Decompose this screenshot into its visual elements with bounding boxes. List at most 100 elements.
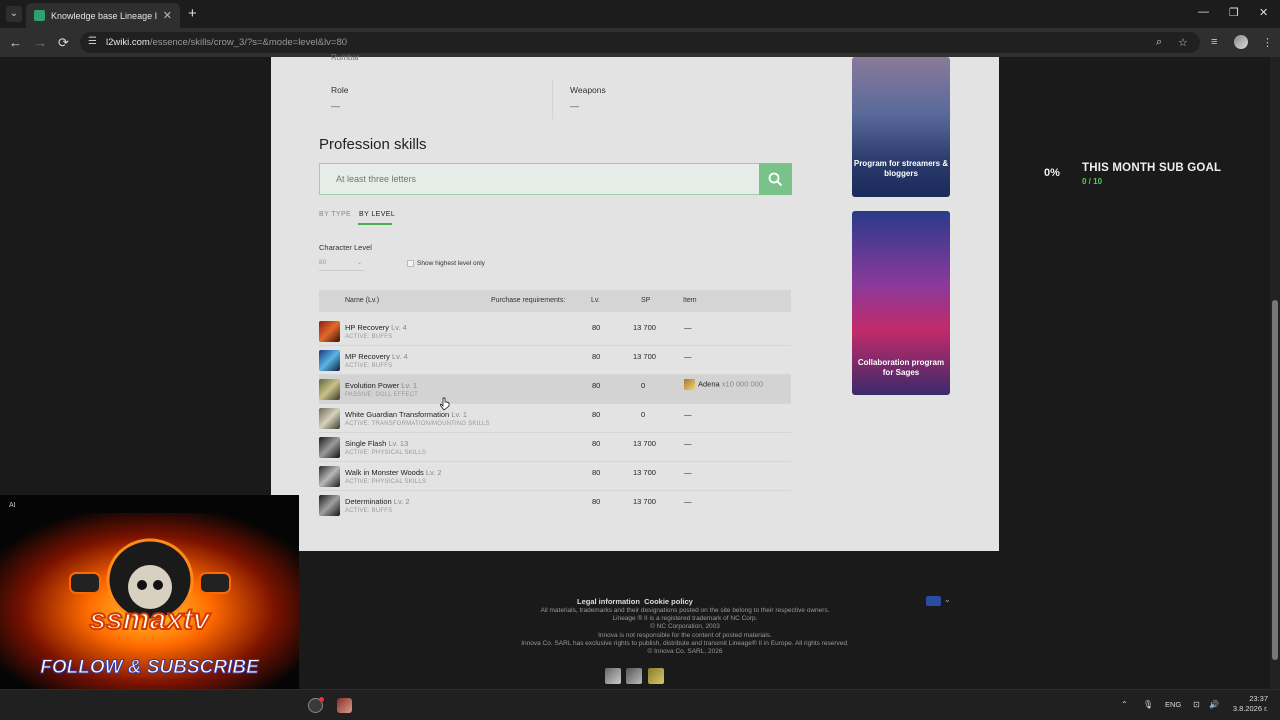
browser-menu-icon[interactable]: ⋮ [1262,36,1273,49]
character-level-select[interactable]: 80 ⌄ [319,259,364,271]
minimize-button[interactable]: — [1198,6,1209,18]
skill-row[interactable]: White Guardian Transformation Lv. 1 ACTI… [319,404,791,433]
mp-recovery-icon [319,350,340,371]
skill-row[interactable]: Evolution Power Lv. 1 PASSIVE: DOLL EFFE… [319,375,791,404]
tab-search-button[interactable]: ⌄ [6,6,22,22]
skill-type: ACTIVE: BUFFS [345,508,393,514]
skill-name-text: Determination [345,497,392,506]
skill-name[interactable]: MP Recovery Lv. 4 [345,352,408,361]
zoom-icon[interactable]: ⌕ [1156,36,1162,49]
skill-row[interactable]: Determination Lv. 2 ACTIVE: BUFFS 80 13 … [319,491,791,520]
skill-name[interactable]: HP Recovery Lv. 4 [345,323,407,332]
taskbar-clock[interactable]: 23:37 3.8.2026 г. [1228,694,1268,714]
single-flash-icon [319,437,340,458]
weapons-label: Weapons [570,85,606,95]
streamers-program-banner[interactable]: Program for streamers & bloggers [852,57,950,197]
show-highest-label: Show highest level only [417,260,485,267]
scrollbar-thumb[interactable] [1272,300,1278,660]
new-tab-button[interactable]: + [188,5,197,22]
app-icon-game[interactable] [337,698,352,713]
skill-row[interactable]: MP Recovery Lv. 4 ACTIVE: BUFFS 80 13 70… [319,346,791,375]
language-chevron-icon[interactable]: ⌄ [944,595,951,604]
language-indicator[interactable]: ENG [1165,700,1181,709]
skill-name[interactable]: Evolution Power Lv. 1 [345,381,417,390]
footer-line: © NC Corporation, 2003 [650,623,720,631]
skill-name[interactable]: White Guardian Transformation Lv. 1 [345,410,467,419]
hp-recovery-icon [319,321,340,342]
role-value: — [331,101,340,111]
skill-name-text: White Guardian Transformation [345,410,450,419]
address-toolbar: ← → ⟳ ☰ l2wiki.com/essence/skills/crow_3… [0,28,1280,57]
skill-search-field[interactable] [319,163,792,195]
skill-sp: 13 700 [633,323,656,332]
close-tab-icon[interactable]: ✕ [163,9,172,22]
skill-item: — [684,497,692,506]
volume-icon[interactable]: 🔊 [1209,700,1219,709]
column-level: Lv. [591,297,600,304]
skill-item: Adena x10 000 000 [684,379,763,390]
forward-button[interactable]: → [34,35,47,50]
close-window-button[interactable]: ✕ [1259,6,1268,19]
streamers-program-text: Program for streamers & bloggers [853,159,949,178]
skill-lv: Lv. 2 [393,497,410,506]
rating-badge-icon [605,668,621,684]
skill-name[interactable]: Determination Lv. 2 [345,497,410,506]
search-button[interactable] [759,163,792,195]
reload-button[interactable]: ⟳ [58,35,69,51]
address-bar[interactable]: ☰ l2wiki.com/essence/skills/crow_3/?s=&m… [80,32,1200,53]
skill-item: — [684,323,692,332]
stream-overlay: AI ssmaxtv FOLLOW & SUBSCRIBE [0,495,299,689]
tray-chevron-icon[interactable]: ⌃ [1121,700,1128,709]
sages-program-banner[interactable]: Collaboration program for Sages [852,211,950,395]
show-highest-checkbox[interactable] [407,260,414,267]
skill-lv: Lv. 2 [425,468,442,477]
skill-name[interactable]: Walk in Monster Woods Lv. 2 [345,468,442,477]
column-sp: SP [641,297,651,304]
skill-sp: 13 700 [633,468,656,477]
legal-information-link[interactable]: Legal information [577,597,640,606]
skill-type: PASSIVE: DOLL EFFECT [345,392,419,398]
sub-goal-percent: 0% [1044,167,1060,179]
skill-row[interactable]: HP Recovery Lv. 4 ACTIVE: BUFFS 80 13 70… [319,317,791,346]
url-text[interactable]: l2wiki.com/essence/skills/crow_3/?s=&mod… [106,37,347,48]
skill-level: 80 [592,381,601,390]
microphone-icon[interactable]: 🎙 [1143,700,1153,709]
skill-name[interactable]: Single Flash Lv. 13 [345,439,408,448]
footer-line: All materials, trademarks and their desi… [540,607,830,614]
media-controls-icon[interactable]: ≡ [1211,36,1217,48]
restore-button[interactable]: ❐ [1229,6,1239,19]
tab-bar: ⌄ Knowledge base Lineage II ✕ + — ❐ ✕ [0,0,1280,28]
back-button[interactable]: ← [9,35,22,50]
skill-row[interactable]: Walk in Monster Woods Lv. 2 ACTIVE: PHYS… [319,462,791,491]
url-host: l2wiki.com [106,37,150,48]
follow-subscribe-text: FOLLOW & SUBSCRIBE [40,657,260,679]
search-icon [768,172,783,186]
skill-lv: Lv. 13 [388,439,409,448]
skill-level: 80 [592,323,601,332]
footer-links: Legal information Cookie policy [577,597,693,606]
skill-name-text: Evolution Power [345,381,400,390]
skill-level: 80 [592,410,601,419]
profile-avatar[interactable] [1234,35,1248,49]
eu-flag-icon[interactable] [926,596,941,606]
tab-by-type[interactable]: BY TYPE [319,211,351,218]
sub-goal-widget: 0% THIS MONTH SUB GOAL 0 / 10 [1040,158,1250,192]
skill-type: ACTIVE: BUFFS [345,334,393,340]
skill-level: 80 [592,439,601,448]
cookie-policy-link[interactable]: Cookie policy [644,597,693,606]
footer-legal-text: All materials, trademarks and their desi… [440,607,930,656]
skill-row[interactable]: Single Flash Lv. 13 ACTIVE: PHYSICAL SKI… [319,433,791,462]
network-icon[interactable]: ⊡ [1193,700,1200,709]
tab-by-level[interactable]: BY LEVEL [359,211,395,218]
skill-lv: Lv. 4 [391,352,408,361]
skill-name-text: Single Flash [345,439,387,448]
browser-tab[interactable]: Knowledge base Lineage II ✕ [26,3,180,28]
skill-name-text: HP Recovery [345,323,390,332]
skill-type: ACTIVE: BUFFS [345,363,393,369]
skill-search-input[interactable] [336,174,736,184]
bookmark-star-icon[interactable]: ☆ [1178,36,1188,49]
site-info-icon[interactable]: ☰ [88,36,97,47]
skill-lv: Lv. 1 [451,410,468,419]
age-rating-12-icon [648,668,664,684]
skill-lv: Lv. 4 [391,323,407,332]
